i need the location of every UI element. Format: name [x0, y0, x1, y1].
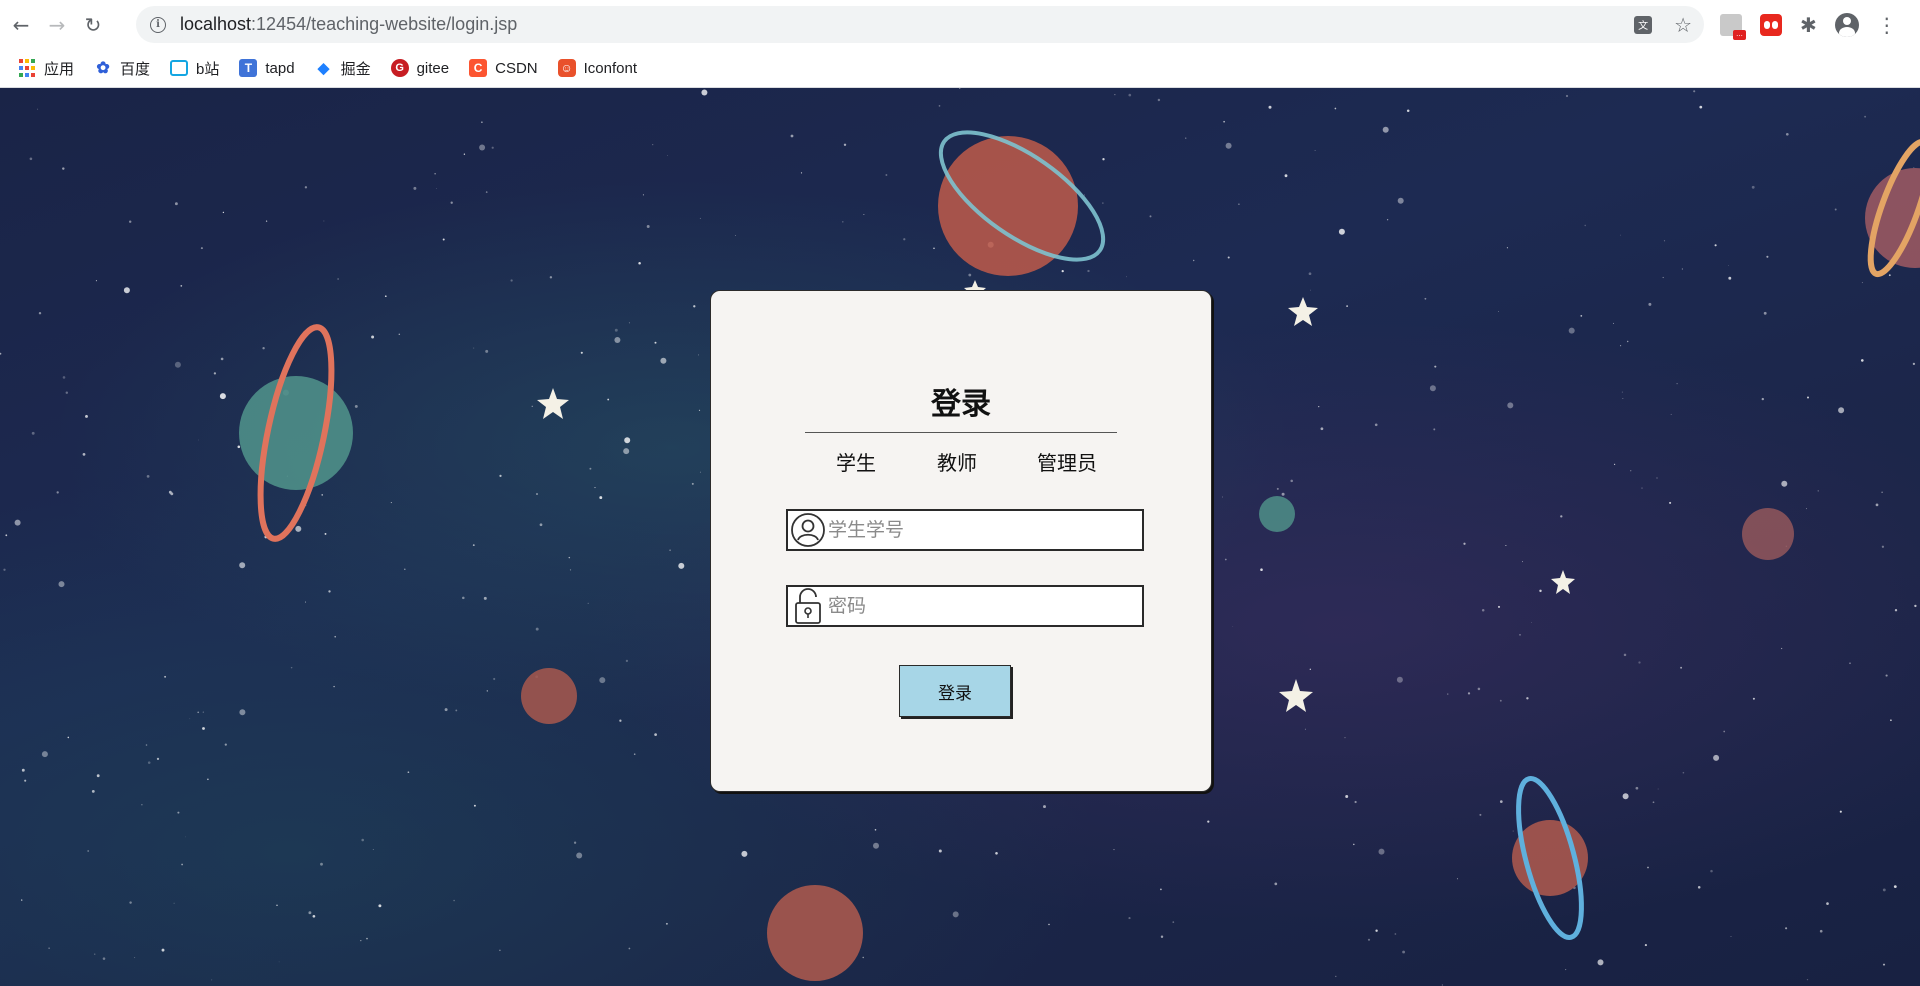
role-tab-admin[interactable]: 管理员	[1037, 447, 1097, 476]
username-input[interactable]	[828, 512, 1142, 548]
user-icon	[788, 511, 828, 549]
lock-icon	[788, 587, 828, 625]
bookmark-label: CSDN	[495, 59, 538, 77]
translate-icon[interactable]: 文	[1634, 15, 1653, 34]
bookmark-baidu[interactable]: ✿ 百度	[94, 58, 150, 79]
reload-button[interactable]: ↻	[78, 10, 108, 40]
bookmark-label: 掘金	[340, 60, 371, 78]
tapd-icon: T	[239, 59, 258, 77]
title-divider	[805, 432, 1117, 433]
page-background: 登录 学生 教师 管理员 学生学号 登录	[0, 88, 1920, 986]
bookmark-gitee[interactable]: G gitee	[390, 59, 450, 77]
back-arrow-icon: ←	[12, 12, 30, 37]
extensions-area: ... ✱ ⋮	[1720, 10, 1897, 40]
role-tabs: 学生 教师 管理员	[711, 447, 1211, 477]
bookmarks-bar: 应用 ✿ 百度 b站 T tapd ◆ 掘金 G gitee C CSDN ☺ …	[0, 49, 1920, 88]
login-card: 登录 学生 教师 管理员 学生学号 登录	[710, 290, 1212, 792]
password-input[interactable]	[828, 588, 1142, 624]
bookmark-iconfont[interactable]: ☺ Iconfont	[557, 59, 638, 77]
extension-red-icon[interactable]	[1760, 14, 1782, 36]
bookmark-label: Iconfont	[583, 59, 638, 77]
role-tab-teacher[interactable]: 教师	[937, 447, 977, 476]
browser-toolbar: ← → ↻ i localhost:12454/teaching-website…	[0, 0, 1920, 49]
bookmark-csdn[interactable]: C CSDN	[469, 59, 538, 77]
bookmark-bilibili[interactable]: b站	[170, 58, 219, 79]
bookmark-label: gitee	[416, 59, 450, 77]
csdn-icon: C	[469, 59, 488, 77]
bookmark-juejin[interactable]: ◆ 掘金	[315, 58, 371, 79]
password-field[interactable]	[786, 585, 1144, 627]
login-submit-button[interactable]: 登录	[899, 665, 1011, 717]
apps-grid-icon	[18, 59, 36, 77]
forward-button[interactable]: →	[42, 10, 72, 40]
bookmark-tapd[interactable]: T tapd	[239, 59, 295, 77]
bilibili-icon	[170, 60, 189, 76]
url-text[interactable]: localhost:12454/teaching-website/login.j…	[180, 14, 517, 35]
role-tab-student[interactable]: 学生	[836, 447, 876, 476]
profile-avatar-icon[interactable]	[1834, 13, 1859, 37]
extension-badge: ...	[1733, 30, 1746, 40]
username-field[interactable]	[786, 509, 1144, 551]
extensions-puzzle-icon[interactable]: ✱	[1800, 13, 1817, 37]
login-title: 登录	[931, 387, 991, 422]
bookmark-label: 百度	[120, 60, 151, 78]
bookmark-star-icon[interactable]: ☆	[1674, 13, 1692, 37]
reload-icon: ↻	[84, 12, 102, 37]
address-bar[interactable]: i localhost:12454/teaching-website/login…	[136, 6, 1704, 43]
site-info-icon[interactable]: i	[150, 16, 166, 33]
extension-icon[interactable]: ...	[1720, 14, 1746, 40]
bookmark-label: b站	[196, 60, 220, 78]
bookmark-label: tapd	[265, 59, 295, 77]
gitee-icon: G	[390, 59, 409, 77]
baidu-icon: ✿	[96, 60, 110, 77]
bookmark-label: 应用	[44, 60, 75, 78]
url-host: localhost	[180, 14, 252, 34]
forward-arrow-icon: →	[48, 12, 66, 37]
iconfont-icon: ☺	[557, 59, 576, 77]
url-path: :12454/teaching-website/login.jsp	[251, 14, 518, 34]
juejin-icon: ◆	[317, 60, 330, 77]
bookmark-apps[interactable]: 应用	[18, 58, 74, 79]
back-button[interactable]: ←	[6, 10, 36, 40]
browser-menu-icon[interactable]: ⋮	[1877, 13, 1897, 37]
